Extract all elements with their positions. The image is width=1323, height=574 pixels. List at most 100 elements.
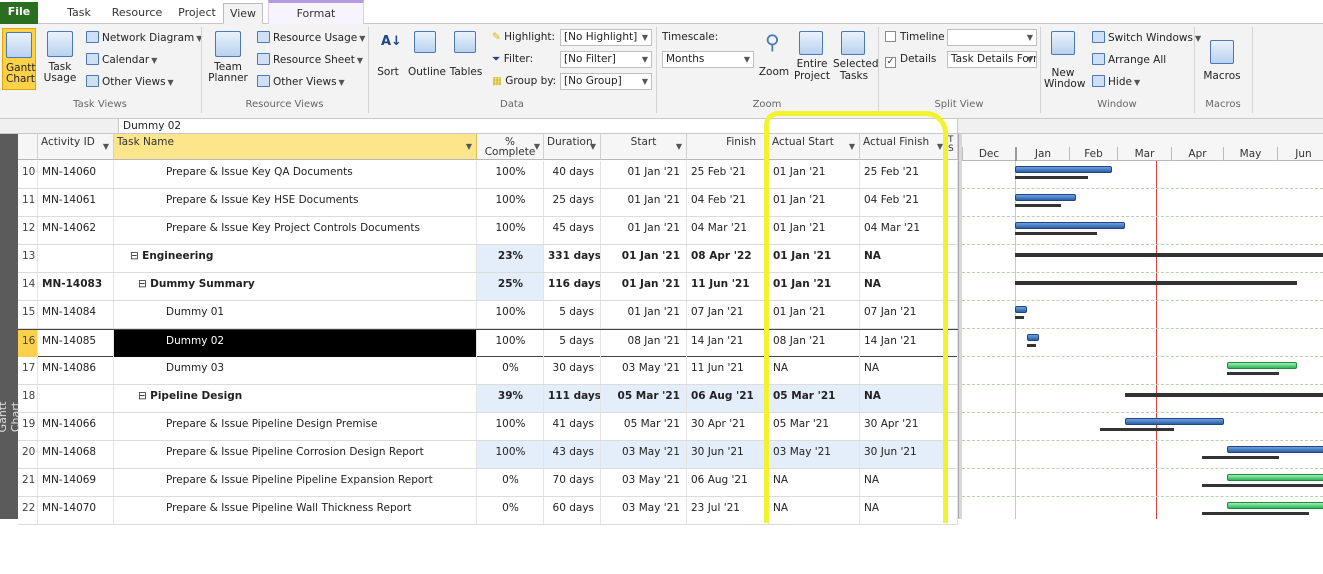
t-s-cell[interactable] [947,330,958,357]
actual-finish-cell[interactable]: 30 Jun '21 [860,441,947,468]
tab-view[interactable]: View [223,3,263,24]
actual-finish-cell[interactable]: 25 Feb '21 [860,161,947,188]
finish-cell[interactable]: 06 Aug '21 [687,469,769,496]
actual-finish-cell[interactable]: NA [860,357,947,384]
details-checkbox[interactable]: ✓ Details [885,53,936,68]
column-header-percent-complete[interactable]: % Complete ▼ [477,134,544,160]
task-bar[interactable] [1227,446,1323,453]
entry-field[interactable]: Dummy 02 [118,119,958,133]
row-number[interactable]: 18 [18,385,38,412]
zoom-button[interactable]: ⚲ Zoom [758,28,790,94]
actual-start-cell[interactable]: 01 Jan '21 [769,245,860,272]
start-cell[interactable]: 08 Jan '21 [601,330,687,357]
finish-cell[interactable]: 14 Jan '21 [687,330,769,357]
percent-complete-cell[interactable]: 100% [477,330,544,357]
filter-combo[interactable]: [No Filter] ▼ [560,51,652,68]
t-s-cell[interactable] [947,161,958,188]
activity-id-cell[interactable]: MN-14069 [38,469,114,496]
row-number[interactable]: 19 [18,413,38,440]
percent-complete-cell[interactable]: 0% [477,497,544,524]
table-row[interactable]: 14 MN-14083 ⊟ Dummy Summary 25% 116 days 01 J… [18,273,958,301]
task-name-cell[interactable]: ⊟ Dummy Summary [114,273,477,300]
task-name-cell[interactable]: Dummy 02 [114,330,477,357]
actual-finish-cell[interactable]: NA [860,273,947,300]
table-row[interactable]: 19 MN-14066 Prepare & Issue Pipeline Desig… [18,413,958,441]
t-s-cell[interactable] [947,357,958,384]
tab-project[interactable]: Project [172,3,222,24]
column-header-finish[interactable]: Finish▼ [687,134,769,160]
tab-resource[interactable]: Resource [106,3,168,24]
column-header-actual-finish[interactable]: Actual Finish ▼ [860,134,947,160]
actual-start-cell[interactable]: 03 May '21 [769,441,860,468]
t-s-cell[interactable] [947,245,958,272]
activity-id-cell[interactable]: MN-14083 [38,273,114,300]
activity-id-cell[interactable]: MN-14084 [38,301,114,328]
task-bar[interactable] [1015,166,1113,173]
actual-finish-cell[interactable]: 04 Feb '21 [860,189,947,216]
finish-cell[interactable]: 04 Feb '21 [687,189,769,216]
finish-cell[interactable]: 30 Jun '21 [687,441,769,468]
collapse-toggle-icon[interactable]: ⊟ [138,278,150,290]
row-number[interactable]: 15 [18,301,38,328]
t-s-cell[interactable] [947,273,958,300]
duration-cell[interactable]: 70 days [544,469,601,496]
t-s-cell[interactable] [947,189,958,216]
calendar-button[interactable]: Calendar ▼ [86,53,157,66]
activity-id-cell[interactable]: MN-14061 [38,189,114,216]
start-cell[interactable]: 03 May '21 [601,497,687,524]
column-header-start[interactable]: Start ▼ [601,134,687,160]
arrange-all-button[interactable]: Arrange All [1092,53,1166,66]
percent-complete-cell[interactable]: 100% [477,441,544,468]
row-number[interactable]: 22 [18,497,38,524]
selected-tasks-button[interactable]: Selected Tasks [833,28,879,94]
tab-format[interactable]: Format [268,0,364,24]
timescale-combo[interactable]: Months ▼ [662,51,754,68]
activity-id-cell[interactable]: MN-14060 [38,161,114,188]
percent-complete-cell[interactable]: 100% [477,217,544,244]
t-s-cell[interactable] [947,441,958,468]
finish-cell[interactable]: 08 Apr '22 [687,245,769,272]
tab-task[interactable]: Task [58,3,100,24]
finish-cell[interactable]: 23 Jul '21 [687,497,769,524]
start-cell[interactable]: 03 May '21 [601,441,687,468]
table-row[interactable]: 16 MN-14085 Dummy 02 100% 5 days 08 Jan '21 14… [18,329,958,357]
t-s-cell[interactable] [947,385,958,412]
entire-project-button[interactable]: Entire Project [793,28,831,94]
finish-cell[interactable]: 06 Aug '21 [687,385,769,412]
actual-finish-cell[interactable]: 14 Jan '21 [860,330,947,357]
activity-id-cell[interactable] [38,385,114,412]
summary-bar[interactable] [1015,281,1297,285]
sort-button[interactable]: A↓ Sort [372,28,404,90]
actual-finish-cell[interactable]: 04 Mar '21 [860,217,947,244]
start-cell[interactable]: 01 Jan '21 [601,301,687,328]
activity-id-cell[interactable]: MN-14062 [38,217,114,244]
actual-finish-cell[interactable]: NA [860,469,947,496]
actual-start-cell[interactable]: 01 Jan '21 [769,217,860,244]
actual-start-cell[interactable]: 08 Jan '21 [769,330,860,357]
team-planner-button[interactable]: Team Planner [205,28,251,90]
percent-complete-cell[interactable]: 100% [477,189,544,216]
table-row[interactable]: 12 MN-14062 Prepare & Issue Key Project Co… [18,217,958,245]
task-bar[interactable] [1015,306,1028,313]
actual-start-cell[interactable]: 01 Jan '21 [769,161,860,188]
row-number[interactable]: 20 [18,441,38,468]
finish-cell[interactable]: 07 Jan '21 [687,301,769,328]
duration-cell[interactable]: 45 days [544,217,601,244]
percent-complete-cell[interactable]: 0% [477,357,544,384]
switch-windows-button[interactable]: Switch Windows ▼ [1092,31,1201,44]
t-s-cell[interactable] [947,469,958,496]
finish-cell[interactable]: 04 Mar '21 [687,217,769,244]
t-s-cell[interactable] [947,413,958,440]
highlight-combo[interactable]: [No Highlight] ▼ [560,29,652,46]
task-name-cell[interactable]: Prepare & Issue Pipeline Wall Thickness … [114,497,477,524]
table-row[interactable]: 13 ⊟ Engineering 23% 331 days 01 Jan '21 08 A… [18,245,958,273]
duration-cell[interactable]: 41 days [544,413,601,440]
row-number[interactable]: 11 [18,189,38,216]
task-name-cell[interactable]: Prepare & Issue Pipeline Corrosion Desig… [114,441,477,468]
column-header-task-name[interactable]: Task Name ▼ [114,134,477,160]
row-number[interactable]: 16 [18,330,38,357]
actual-start-cell[interactable]: 01 Jan '21 [769,273,860,300]
actual-finish-cell[interactable]: 07 Jan '21 [860,301,947,328]
gantt-chart-button[interactable]: Gantt Chart [2,28,36,90]
percent-complete-cell[interactable]: 100% [477,301,544,328]
